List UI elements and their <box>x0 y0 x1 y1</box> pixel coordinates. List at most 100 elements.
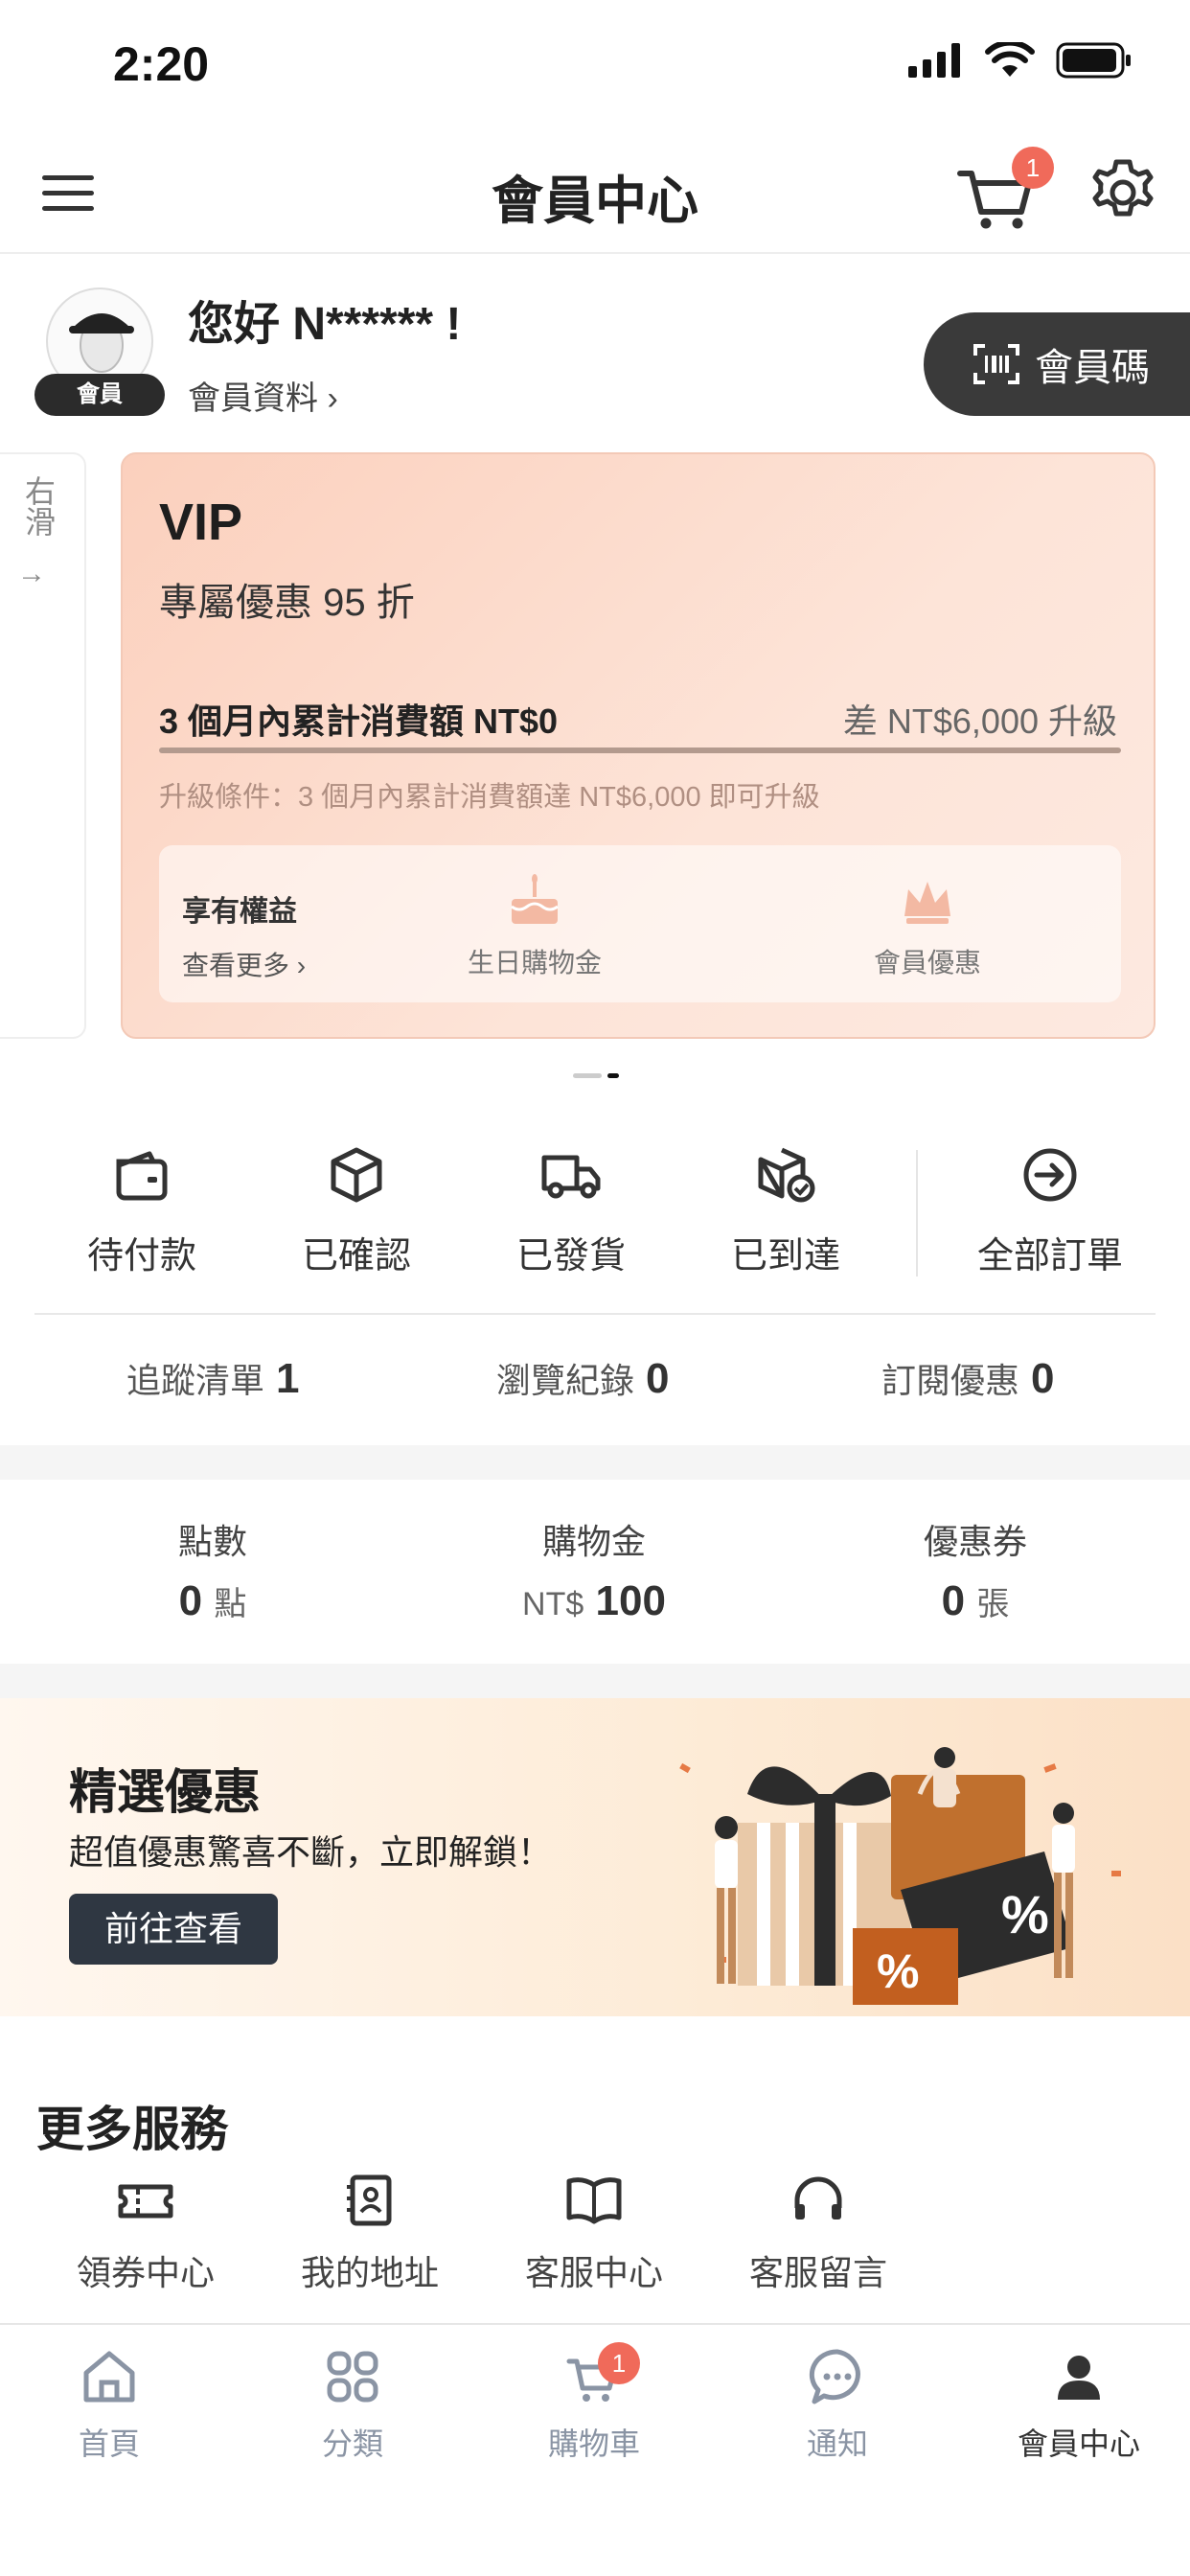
greeting: 您好 N****** ! <box>188 299 462 350</box>
member-code-label: 會員碼 <box>1035 347 1150 389</box>
order-divider <box>916 1150 918 1276</box>
order-shipped-label: 已發貨 <box>515 1236 626 1276</box>
promo-banner[interactable]: 精選優惠 超值優惠驚喜不斷，立即解鎖！ 前往查看 % % <box>0 1698 1190 2016</box>
page-dot-active <box>607 1073 619 1078</box>
gear-icon <box>1092 159 1154 217</box>
subscribed-offers-count: 0 <box>1031 1355 1055 1402</box>
vip-card[interactable]: VIP 專屬優惠 95 折 3 個月內累計消費額 NT$0 差 NT$6,000… <box>121 452 1156 1039</box>
app-header: 會員中心 1 <box>0 129 1190 254</box>
user-icon <box>1058 2356 1100 2400</box>
tab-member-center[interactable]: 會員中心 <box>983 2348 1175 2464</box>
shopping-credit[interactable]: 購物金 NT$ 100 <box>450 1514 738 1625</box>
address-book-icon <box>347 2174 392 2226</box>
coupons-label: 優惠券 <box>923 1522 1027 1561</box>
order-confirmed[interactable]: 已確認 <box>249 1146 464 1278</box>
points-label: 點數 <box>177 1522 247 1561</box>
ticket-icon <box>118 2184 173 2219</box>
barcode-scan-icon <box>973 344 1019 384</box>
tab-cart-label: 購物車 <box>547 2426 640 2461</box>
benefits-more-link[interactable]: 查看更多 › <box>182 945 306 983</box>
tab-notifications[interactable]: 通知 <box>742 2348 933 2464</box>
tab-home[interactable]: 首頁 <box>13 2348 205 2464</box>
wallet-icon <box>116 1151 168 1201</box>
tab-member-center-label: 會員中心 <box>1017 2426 1140 2461</box>
status-bar: 2:20 <box>0 0 1190 129</box>
swipe-arrow: → <box>17 558 46 589</box>
tab-category[interactable]: 分類 <box>257 2348 448 2464</box>
grid-icon <box>327 2351 378 2403</box>
swipe-hint-text: 右滑 <box>19 475 57 537</box>
banner-cta-button[interactable]: 前往查看 <box>69 1894 278 1965</box>
headset-icon <box>794 2176 842 2220</box>
banner-title: 精選優惠 <box>69 1765 261 1819</box>
service-message-label: 客服留言 <box>748 2253 887 2292</box>
benefit-member-offer[interactable]: 會員優惠 <box>832 874 1023 980</box>
banner-percent-2: % <box>877 1944 919 1998</box>
subscribed-offers[interactable]: 訂閱優惠 0 <box>881 1353 1055 1403</box>
page-dot <box>573 1073 602 1078</box>
points-unit: 點 <box>214 1586 247 1622</box>
service-coupon-center[interactable]: 領券中心 <box>50 2174 241 2295</box>
points-value-row: 0 點 <box>69 1577 356 1625</box>
member-tag: 會員 <box>34 374 165 416</box>
tracking-list[interactable]: 追蹤清單 1 <box>126 1353 300 1403</box>
vip-discount: 專屬優惠 95 折 <box>159 582 415 624</box>
benefits-box: 享有權益 查看更多 › 生日購物金 會員優惠 <box>159 845 1121 1002</box>
subscribed-offers-label: 訂閱優惠 <box>881 1361 1020 1400</box>
signal-icon <box>908 43 960 78</box>
browse-history-label: 瀏覽紀錄 <box>496 1361 635 1400</box>
order-arrived[interactable]: 已到達 <box>678 1146 893 1278</box>
divider <box>34 1313 1156 1315</box>
service-message[interactable]: 客服留言 <box>722 2174 914 2295</box>
coupons-value-row: 0 張 <box>832 1577 1119 1625</box>
order-all[interactable]: 全部訂單 <box>943 1146 1157 1278</box>
tab-notifications-label: 通知 <box>806 2426 868 2461</box>
crown-icon <box>904 882 950 924</box>
service-help-center[interactable]: 客服中心 <box>498 2174 690 2295</box>
home-icon <box>83 2351 135 2403</box>
status-icons <box>908 42 1133 79</box>
services-title: 更多服務 <box>36 2103 228 2156</box>
header-cart-button[interactable]: 1 <box>954 147 1054 237</box>
vip-condition: 升級條件：3 個月內累計消費額達 NT$6,000 即可升級 <box>159 782 820 813</box>
order-confirmed-label: 已確認 <box>301 1236 411 1276</box>
order-pending-payment[interactable]: 待付款 <box>34 1146 249 1278</box>
tab-home-label: 首頁 <box>78 2426 140 2461</box>
box-check-icon <box>758 1147 815 1203</box>
swipe-hint-label: 右滑 <box>21 475 56 537</box>
truck-icon <box>541 1155 601 1199</box>
points-balance[interactable]: 點數 0 點 <box>69 1514 356 1625</box>
shopping-credit-label: 購物金 <box>541 1522 646 1561</box>
birthday-cake-icon <box>511 874 559 924</box>
banner-percent-1: % <box>1001 1884 1049 1944</box>
benefit-member-offer-label: 會員優惠 <box>873 948 981 978</box>
status-time: 2:20 <box>113 37 210 91</box>
service-my-address[interactable]: 我的地址 <box>274 2174 466 2295</box>
section-gap <box>0 1445 1190 1480</box>
tab-category-label: 分類 <box>321 2426 383 2461</box>
coupons[interactable]: 優惠券 0 張 <box>832 1514 1119 1625</box>
gift-illustration: % % <box>679 1747 1121 2005</box>
arrow-circle-icon <box>1023 1148 1077 1202</box>
order-arrived-label: 已到達 <box>730 1236 840 1276</box>
browse-history-count: 0 <box>646 1355 670 1402</box>
browse-history[interactable]: 瀏覽紀錄 0 <box>496 1353 670 1403</box>
order-shipped[interactable]: 已發貨 <box>464 1146 678 1278</box>
benefit-birthday[interactable]: 生日購物金 <box>439 874 630 980</box>
bottom-tab-bar: 首頁 分類 1 購物車 通知 會員中心 <box>0 2323 1190 2576</box>
swipe-hint-card[interactable]: 右滑 → <box>0 452 86 1039</box>
service-help-center-label: 客服中心 <box>524 2253 663 2292</box>
battery-icon <box>1056 42 1131 79</box>
tab-cart[interactable]: 1 購物車 <box>498 2342 690 2464</box>
benefit-birthday-label: 生日購物金 <box>467 948 602 978</box>
shopping-credit-value: 100 <box>595 1577 666 1624</box>
order-pending-payment-label: 待付款 <box>86 1236 196 1276</box>
vip-progress-bar <box>159 748 1121 753</box>
box-icon <box>331 1147 382 1203</box>
points-value: 0 <box>178 1577 203 1624</box>
member-code-button[interactable]: 會員碼 <box>924 312 1190 416</box>
service-coupon-center-label: 領券中心 <box>76 2253 215 2292</box>
card-pagination <box>573 1073 619 1078</box>
member-profile-link[interactable]: 會員資料 › <box>188 372 338 419</box>
settings-button[interactable] <box>1085 154 1161 231</box>
